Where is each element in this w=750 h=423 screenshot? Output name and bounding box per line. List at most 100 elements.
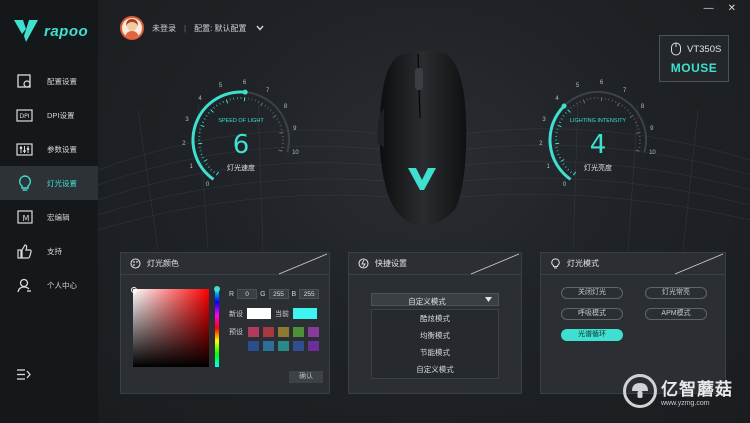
gauge-tick xyxy=(624,106,626,109)
gauge-tick xyxy=(629,112,632,114)
sidebar-item-label: 参数设置 xyxy=(47,144,77,154)
sidebar-item-config[interactable]: 配置设置 xyxy=(0,64,98,98)
gauge-knob xyxy=(242,89,248,95)
dropdown-option[interactable]: 均衡模式 xyxy=(372,327,498,344)
gauge-tick-label: 4 xyxy=(198,96,202,103)
new-color-label: 新设 xyxy=(229,310,243,318)
gauge-tick xyxy=(272,112,275,114)
speed-gauge-title: SPEED OF LIGHT xyxy=(218,118,264,124)
preset-swatch[interactable] xyxy=(248,327,259,337)
preset-swatches xyxy=(248,327,319,351)
svg-text:DPI: DPI xyxy=(19,113,29,120)
preset-swatch[interactable] xyxy=(308,327,319,337)
user-icon xyxy=(16,277,33,294)
dropdown-option[interactable]: 自定义模式 xyxy=(372,361,498,378)
preset-swatch[interactable] xyxy=(293,341,304,351)
b-input[interactable]: 255 xyxy=(299,289,320,299)
r-input[interactable]: 0 xyxy=(237,289,258,299)
gauge-tick xyxy=(258,100,260,103)
gauge-knob xyxy=(561,103,567,109)
gauge-tick xyxy=(579,100,581,103)
panel-title: 快捷设置 xyxy=(375,259,407,268)
gauge-tick xyxy=(213,106,215,109)
sidebar-item-support[interactable]: 支持 xyxy=(0,234,98,268)
gauge-tick-label: 6 xyxy=(599,80,604,87)
avatar[interactable] xyxy=(120,16,144,40)
dropdown-option[interactable]: 酷炫模式 xyxy=(372,310,498,327)
speed-gauge[interactable]: 0 1 2 3 4 5 6 7 8 9 10 SPEED OF LIGHT 6 灯光速度 xyxy=(176,78,306,188)
device-card[interactable]: VT350S MOUSE xyxy=(659,35,729,82)
gauge-tick-label: 8 xyxy=(283,103,288,110)
gauge-tick xyxy=(608,98,610,101)
sidebar-item-label: 支持 xyxy=(47,246,62,256)
preset-swatch[interactable] xyxy=(293,327,304,337)
gauge-tick xyxy=(611,99,613,102)
intensity-gauge-label: 灯光亮度 xyxy=(584,165,612,172)
logo-text: rapoo xyxy=(44,22,89,40)
gauge-tick-label: 7 xyxy=(623,87,627,94)
mode-apm-button[interactable]: APM模式 xyxy=(645,308,707,320)
confirm-button[interactable]: 确认 xyxy=(289,371,323,383)
thumbs-up-icon xyxy=(16,243,33,260)
profile-selector[interactable]: 配置: 默认配置 xyxy=(194,23,246,34)
gauge-tick xyxy=(567,109,571,113)
gauge-tick xyxy=(582,99,586,104)
gauge-tick xyxy=(557,124,562,128)
gauge-tick xyxy=(200,124,205,128)
rgb-inputs: R 0 G 255 B 255 xyxy=(229,289,320,299)
color-picker-cursor[interactable] xyxy=(131,287,137,293)
sidebar-item-macro[interactable]: M 宏编辑 xyxy=(0,200,98,234)
mode-dropdown[interactable]: 自定义模式 xyxy=(371,293,499,306)
gauge-tick-label: 5 xyxy=(218,83,223,90)
close-button[interactable]: ✕ xyxy=(728,3,736,14)
hue-slider-knob[interactable] xyxy=(214,286,220,292)
preset-swatch[interactable] xyxy=(278,341,289,351)
new-color-swatch xyxy=(247,308,271,319)
gauge-tick xyxy=(207,112,210,114)
preset-swatch[interactable] xyxy=(308,341,319,351)
header-decoration xyxy=(470,253,520,275)
user-name[interactable]: 未登录 xyxy=(152,23,176,34)
gauge-tick xyxy=(260,102,263,107)
app-window: rapoo 配置设置 DPI DPI设置 参数设置 灯光设置 M 宏编辑 支持 … xyxy=(0,0,750,423)
gauge-tick xyxy=(586,98,588,101)
sidebar-item-dpi[interactable]: DPI DPI设置 xyxy=(0,98,98,132)
shortcut-panel: 快捷设置 自定义模式 酷炫模式 均衡模式 节能模式 自定义模式 xyxy=(348,252,522,394)
sidebar-item-personal[interactable]: 个人中心 xyxy=(0,268,98,302)
header-decoration xyxy=(674,253,724,275)
preset-swatch[interactable] xyxy=(263,341,274,351)
gauge-tick-label: 4 xyxy=(555,96,559,103)
sidebar-item-lighting[interactable]: 灯光设置 xyxy=(0,166,98,200)
sidebar-item-label: 个人中心 xyxy=(47,280,77,290)
gauge-tick xyxy=(225,99,229,104)
intensity-gauge[interactable]: 0 1 2 3 4 5 6 7 8 9 10 LIGHTING INTENSITY 4 灯光亮度 xyxy=(533,78,663,188)
collapse-menu-icon[interactable] xyxy=(16,367,31,382)
rapoo-logo: rapoo xyxy=(14,20,88,42)
mushroom-logo-icon xyxy=(623,374,657,408)
gauge-tick xyxy=(219,102,221,105)
device-model: VT350S xyxy=(687,44,722,55)
header-decoration xyxy=(278,253,328,275)
gauge-tick xyxy=(615,100,617,103)
mode-steady-button[interactable]: 灯光常亮 xyxy=(645,287,707,299)
g-input[interactable]: 255 xyxy=(268,289,289,299)
preset-swatch[interactable] xyxy=(263,327,274,337)
dropdown-option[interactable]: 节能模式 xyxy=(372,344,498,361)
svg-text:M: M xyxy=(22,214,29,223)
sidebar-item-params[interactable]: 参数设置 xyxy=(0,132,98,166)
mode-spectrum-button[interactable]: 光谱循环 xyxy=(561,329,623,341)
hue-slider[interactable] xyxy=(215,289,219,367)
bulb-icon xyxy=(16,174,33,192)
mode-dropdown-list: 酷炫模式 均衡模式 节能模式 自定义模式 xyxy=(371,309,499,379)
chevron-down-icon[interactable] xyxy=(255,23,265,33)
gauge-tick-label: 5 xyxy=(575,83,580,90)
mode-breathing-button[interactable]: 呼吸模式 xyxy=(561,308,623,320)
minimize-button[interactable]: — xyxy=(704,3,714,14)
gauge-tick xyxy=(573,104,575,107)
preset-swatch[interactable] xyxy=(248,341,259,351)
gauge-tick-label: 6 xyxy=(242,80,247,87)
preset-swatch[interactable] xyxy=(278,327,289,337)
mode-off-button[interactable]: 关闭灯光 xyxy=(561,287,623,299)
intensity-gauge-value: 4 xyxy=(589,130,607,160)
color-picker-area[interactable] xyxy=(133,289,209,367)
